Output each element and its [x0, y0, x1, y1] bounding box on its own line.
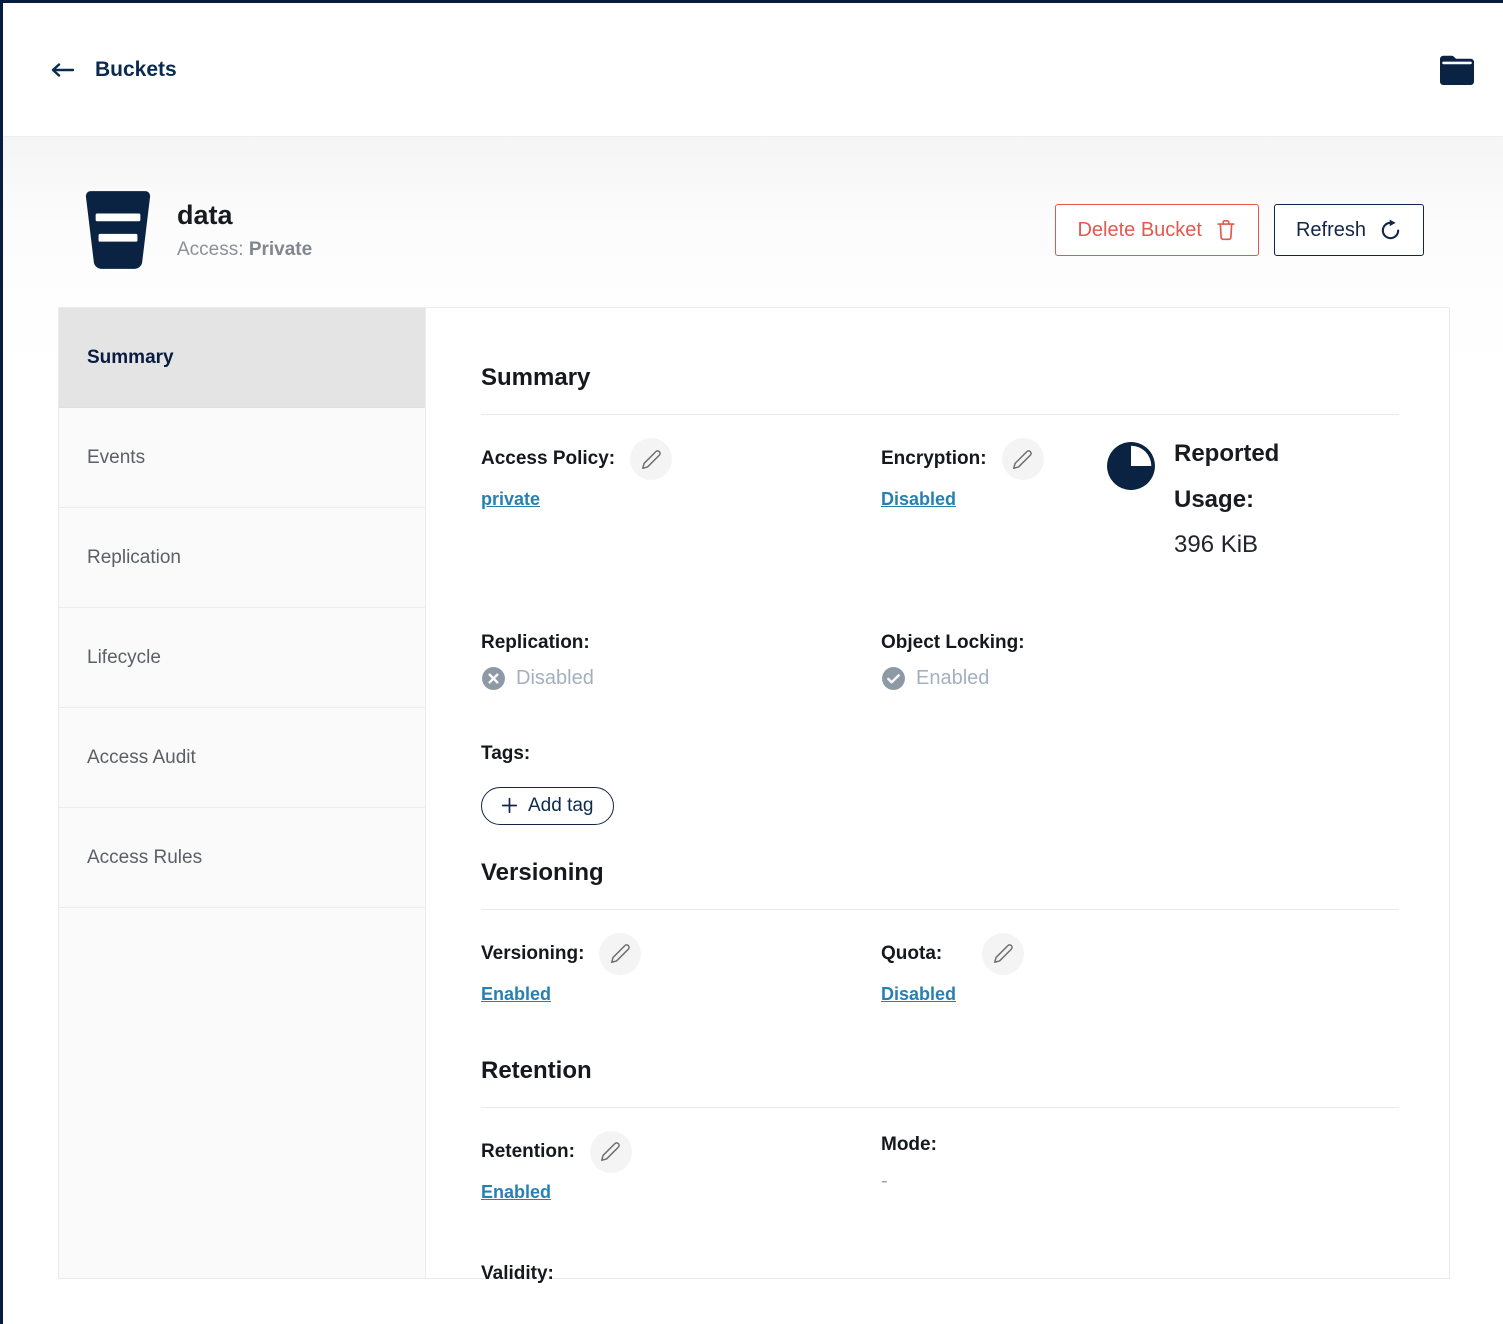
versioning-row: Versioning: Enabled Quota:	[481, 910, 1399, 1005]
reported-usage-block: Reported Usage: 396 KiB	[1106, 415, 1399, 568]
mode-field: Mode: -	[881, 1108, 1399, 1203]
mode-label: Mode:	[881, 1134, 937, 1156]
replication-label: Replication:	[481, 632, 590, 654]
mode-value: -	[881, 1170, 1399, 1193]
back-to-buckets-button[interactable]: Buckets	[51, 58, 177, 82]
validity-label: Validity:	[481, 1263, 1399, 1285]
summary-row-1: Access Policy: private Encryption:	[481, 415, 1399, 568]
retention-heading: Retention	[481, 1057, 1399, 1085]
versioning-heading: Versioning	[481, 859, 1399, 887]
replication-status: Disabled	[516, 667, 594, 690]
object-locking-label: Object Locking:	[881, 632, 1025, 654]
reported-usage-value: 396 KiB	[1174, 522, 1324, 568]
header-actions: Delete Bucket Refresh	[1055, 204, 1424, 256]
sidebar-item-events[interactable]: Events	[59, 408, 425, 508]
reported-usage-text: Reported Usage: 396 KiB	[1174, 431, 1324, 568]
bucket-detail-panel: Summary Events Replication Lifecycle Acc…	[58, 307, 1450, 1279]
versioning-field: Versioning: Enabled	[481, 910, 881, 1005]
access-policy-value-link[interactable]: private	[481, 489, 540, 510]
back-arrow-icon	[51, 63, 75, 77]
bucket-title-block: data Access: Private	[177, 199, 312, 261]
refresh-icon	[1379, 219, 1402, 242]
retention-field: Retention: Enabled	[481, 1108, 881, 1203]
access-policy-field: Access Policy: private	[481, 415, 881, 568]
sidebar-item-label: Access Audit	[87, 747, 196, 769]
sidebar-item-label: Summary	[87, 347, 174, 369]
trash-icon	[1215, 218, 1237, 242]
encryption-label: Encryption:	[881, 448, 987, 470]
bucket-header: data Access: Private Delete Bucket	[3, 137, 1503, 271]
sidebar-item-label: Events	[87, 447, 145, 469]
versioning-label: Versioning:	[481, 943, 584, 965]
refresh-label: Refresh	[1296, 219, 1366, 242]
edit-versioning-icon[interactable]	[599, 933, 641, 975]
access-label: Access:	[177, 239, 244, 260]
retention-label: Retention:	[481, 1141, 575, 1163]
bucket-tabs-sidebar: Summary Events Replication Lifecycle Acc…	[59, 308, 426, 1278]
plus-icon	[501, 797, 518, 814]
tags-block: Tags: Add tag	[481, 743, 1399, 825]
edit-quota-icon[interactable]	[982, 933, 1024, 975]
sidebar-item-label: Lifecycle	[87, 647, 161, 669]
retention-row: Retention: Enabled Mode: -	[481, 1108, 1399, 1203]
summary-heading: Summary	[481, 364, 1399, 392]
quota-value-link[interactable]: Disabled	[881, 984, 956, 1005]
encryption-value-link[interactable]: Disabled	[881, 489, 956, 510]
back-label: Buckets	[95, 58, 177, 82]
edit-retention-icon[interactable]	[590, 1131, 632, 1173]
delete-bucket-label: Delete Bucket	[1077, 219, 1202, 242]
bucket-access: Access: Private	[177, 239, 312, 261]
pie-chart-icon	[1106, 441, 1156, 491]
page-body: data Access: Private Delete Bucket	[3, 137, 1503, 1299]
bucket-name: data	[177, 199, 312, 233]
access-policy-label: Access Policy:	[481, 448, 615, 470]
sidebar-item-access-rules[interactable]: Access Rules	[59, 808, 425, 908]
sidebar-item-label: Replication	[87, 547, 181, 569]
access-value: Private	[249, 239, 312, 260]
summary-tab-content: Summary Access Policy: private	[426, 308, 1449, 1278]
add-tag-label: Add tag	[528, 795, 594, 817]
refresh-button[interactable]: Refresh	[1274, 204, 1424, 256]
edit-encryption-icon[interactable]	[1002, 438, 1044, 480]
bucket-details-page: Buckets data Access:	[3, 3, 1503, 1299]
reported-usage-label: Reported Usage:	[1174, 431, 1324, 522]
x-circle-icon	[481, 666, 506, 691]
quota-label: Quota:	[881, 943, 942, 965]
quota-field: Quota: Disabled	[881, 910, 1399, 1005]
tags-label: Tags:	[481, 743, 1399, 765]
encryption-field: Encryption: Disabled	[881, 415, 1106, 568]
topbar: Buckets	[3, 3, 1503, 137]
object-locking-field: Object Locking: Enabled	[881, 610, 1399, 691]
delete-bucket-button[interactable]: Delete Bucket	[1055, 204, 1259, 256]
folder-icon	[1438, 54, 1476, 85]
check-circle-icon	[881, 666, 906, 691]
add-tag-button[interactable]: Add tag	[481, 787, 614, 825]
sidebar-item-replication[interactable]: Replication	[59, 508, 425, 608]
sidebar-item-access-audit[interactable]: Access Audit	[59, 708, 425, 808]
sidebar-item-label: Access Rules	[87, 847, 202, 869]
sidebar-item-lifecycle[interactable]: Lifecycle	[59, 608, 425, 708]
bucket-icon	[83, 189, 153, 271]
summary-row-2: Replication: Disabled Object Locking:	[481, 610, 1399, 691]
replication-field: Replication: Disabled	[481, 610, 881, 691]
retention-value-link[interactable]: Enabled	[481, 1182, 551, 1203]
object-locking-status: Enabled	[916, 667, 989, 690]
sidebar-item-summary[interactable]: Summary	[59, 308, 425, 408]
versioning-value-link[interactable]: Enabled	[481, 984, 551, 1005]
edit-access-policy-icon[interactable]	[630, 438, 672, 480]
